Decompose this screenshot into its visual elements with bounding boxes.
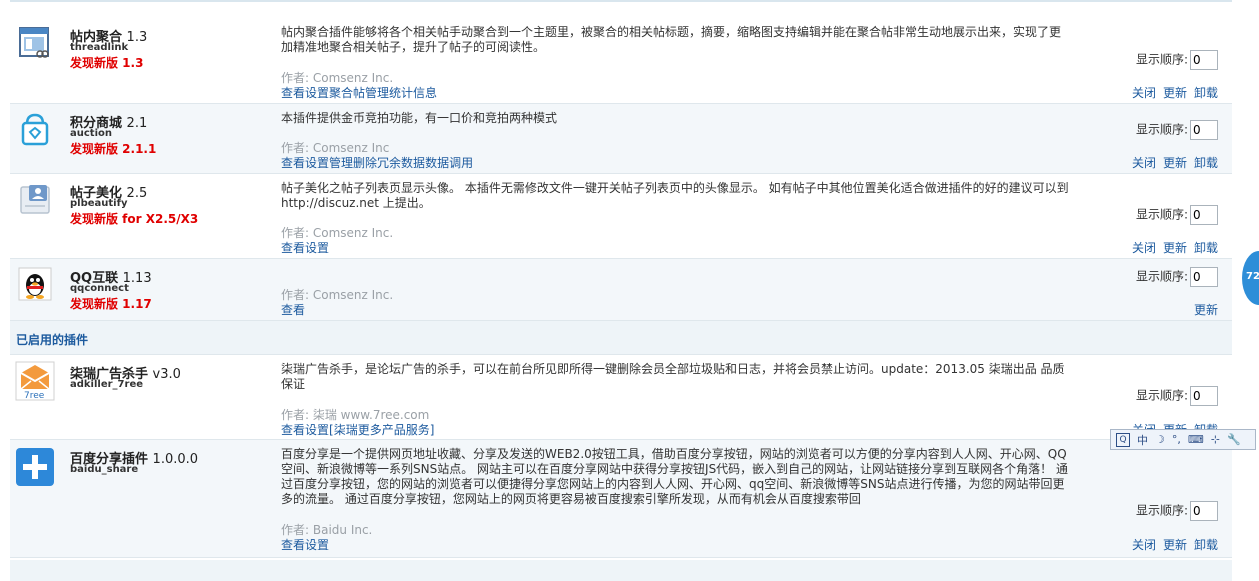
view-link[interactable]: 查看	[281, 156, 305, 170]
settings-link[interactable]: 设置	[305, 86, 329, 100]
manage-link[interactable]: 管理	[329, 156, 353, 170]
display-order-input[interactable]	[1190, 50, 1219, 70]
plugin-row-baidu-share: 百度分享插件 1.0.0.0 baidu_share 百度分享是一个提供网页地址…	[10, 440, 1232, 558]
plugin-links: 查看设置管理删除冗余数据数据调用	[281, 154, 473, 171]
settings-link[interactable]: 设置	[305, 156, 329, 170]
plugin-actions: 关闭更新卸载	[1125, 239, 1218, 256]
data-call-link[interactable]: 数据调用	[425, 156, 473, 170]
plugin-identifier: adkiller_7ree	[70, 379, 144, 390]
ime-logo-icon[interactable]: Q	[1116, 432, 1130, 447]
new-version-notice: 发现新版 1.3	[70, 56, 144, 70]
enabled-plugins-section-header: 已启用的插件	[10, 321, 1232, 355]
plugin-identifier: threadlink	[70, 42, 129, 53]
plugin-identifier: qqconnect	[70, 283, 129, 294]
disable-link[interactable]: 关闭	[1132, 86, 1156, 100]
plugin-links: 查看	[281, 301, 305, 318]
cleanup-link[interactable]: 删除冗余数据	[353, 156, 425, 170]
plugin-links: 查看设置	[281, 239, 329, 256]
display-order-input[interactable]	[1190, 267, 1219, 287]
view-link[interactable]: 查看	[281, 86, 305, 100]
view-link[interactable]: 查看	[281, 538, 305, 552]
plugin-description: 本插件提供金币竞拍功能，有一口价和竞拍两种模式	[281, 111, 558, 125]
top-divider	[10, 0, 1232, 2]
uninstall-link[interactable]: 卸载	[1194, 241, 1218, 255]
floating-side-badge[interactable]: 72	[1242, 251, 1259, 305]
ime-language-toggle[interactable]: 中	[1137, 432, 1148, 448]
disable-link[interactable]: 关闭	[1132, 538, 1156, 552]
plugin-actions: 关闭更新卸载	[1125, 84, 1218, 101]
plugin-identifier: auction	[70, 128, 112, 139]
tools-icon[interactable]: ⊹	[1211, 433, 1220, 446]
new-version-notice: 发现新版 1.17	[70, 297, 152, 311]
plugin-row-threadlink: 帖内聚合 1.3 threadlink 发现新版 1.3 帖内聚合插件能够将各个…	[10, 18, 1232, 104]
new-version-notice: 发现新版 for X2.5/X3	[70, 212, 199, 226]
display-order: 显示顺序:	[1136, 205, 1219, 225]
view-link[interactable]: 查看	[281, 241, 305, 255]
plugin-row-adkiller: 7ree 柒瑞广告杀手 v3.0 adkiller_7ree 柒瑞广告杀手，是论…	[10, 355, 1232, 440]
update-link[interactable]: 更新	[1163, 538, 1187, 552]
punctuation-icon[interactable]: °,	[1172, 433, 1181, 446]
display-order-input[interactable]	[1190, 386, 1219, 406]
settings-link[interactable]: 设置	[305, 241, 329, 255]
disable-link[interactable]: 关闭	[1132, 241, 1156, 255]
settings-link[interactable]: 设置	[305, 538, 329, 552]
view-link[interactable]: 查看	[281, 423, 305, 437]
display-order: 显示顺序:	[1136, 386, 1219, 406]
icon-label: 7ree	[24, 391, 45, 401]
plugin-description: 柒瑞广告杀手，是论坛广告的杀手，可以在前台所见即所得一键删除会员全部垃圾贴和日志…	[281, 362, 1065, 391]
wrench-icon[interactable]: 🔧	[1227, 433, 1241, 446]
display-order-input[interactable]	[1190, 501, 1219, 521]
next-section-header	[10, 560, 1232, 581]
plugin-row-auction: 积分商城 2.1 auction 发现新版 2.1.1 本插件提供金币竞拍功能，…	[10, 104, 1232, 174]
display-order: 显示顺序:	[1136, 50, 1219, 70]
avatar-post-icon	[20, 185, 50, 214]
plugin-links: 查看设置聚合帖管理统计信息	[281, 84, 437, 101]
uninstall-link[interactable]: 卸载	[1194, 86, 1218, 100]
plus-icon	[16, 448, 54, 486]
settings-link[interactable]: 设置	[305, 423, 329, 437]
stats-link[interactable]: 统计信息	[389, 86, 437, 100]
ime-toolbar[interactable]: Q 中 ☽ °, ⌨ ⊹ 🔧	[1110, 429, 1256, 450]
keyboard-icon[interactable]: ⌨	[1188, 433, 1204, 446]
plugin-row-plbeautify: 帖子美化 2.5 plbeautify 发现新版 for X2.5/X3 帖子美…	[10, 174, 1232, 259]
update-link[interactable]: 更新	[1163, 86, 1187, 100]
uninstall-link[interactable]: 卸载	[1194, 156, 1218, 170]
plugin-actions: 关闭更新卸载	[1125, 536, 1218, 553]
uninstall-link[interactable]: 卸载	[1194, 538, 1218, 552]
plugin-row-qqconnect: QQ互联 1.13 qqconnect 发现新版 1.17 作者: Comsen…	[10, 259, 1232, 321]
shopping-bag-icon	[21, 113, 49, 146]
display-order-input[interactable]	[1190, 205, 1219, 225]
disable-link[interactable]: 关闭	[1132, 156, 1156, 170]
plugin-identifier: baidu_share	[70, 464, 139, 475]
plugin-actions: 更新	[1187, 301, 1218, 318]
plugin-description: 帖子美化之帖子列表页显示头像。 本插件无需修改文件一键开关帖子列表页中的头像显示…	[281, 181, 1069, 210]
section-title: 已启用的插件	[16, 333, 89, 347]
7ree-envelope-icon: 7ree	[15, 361, 55, 401]
display-order: 显示顺序:	[1136, 120, 1219, 140]
update-link[interactable]: 更新	[1194, 303, 1218, 317]
plugin-links: 查看设置[柒瑞更多产品服务]	[281, 421, 434, 438]
display-order: 显示顺序:	[1136, 501, 1219, 521]
threadlink-plugin-icon	[19, 27, 49, 58]
view-link[interactable]: 查看	[281, 303, 305, 317]
update-link[interactable]: 更新	[1163, 241, 1187, 255]
plugin-description: 帖内聚合插件能够将各个相关帖手动聚合到一个主题里，被聚合的相关帖标题，摘要，缩略…	[281, 25, 1062, 54]
moon-icon[interactable]: ☽	[1155, 433, 1165, 446]
plugin-identifier: plbeautify	[70, 198, 128, 209]
plugin-actions: 关闭更新卸载	[1125, 154, 1218, 171]
qq-penguin-icon	[18, 267, 52, 301]
display-order-input[interactable]	[1190, 120, 1219, 140]
plugin-description: 百度分享是一个提供网页地址收藏、分享及发送的WEB2.0按钮工具，借助百度分享按…	[281, 447, 1069, 506]
update-link[interactable]: 更新	[1163, 156, 1187, 170]
plugin-links: 查看设置	[281, 536, 329, 553]
new-version-notice: 发现新版 2.1.1	[70, 142, 157, 156]
badge-count: 72	[1246, 271, 1259, 282]
display-order: 显示顺序:	[1136, 267, 1219, 287]
thread-admin-link[interactable]: 聚合帖管理	[329, 86, 389, 100]
more-products-link[interactable]: [柒瑞更多产品服务]	[329, 423, 434, 437]
